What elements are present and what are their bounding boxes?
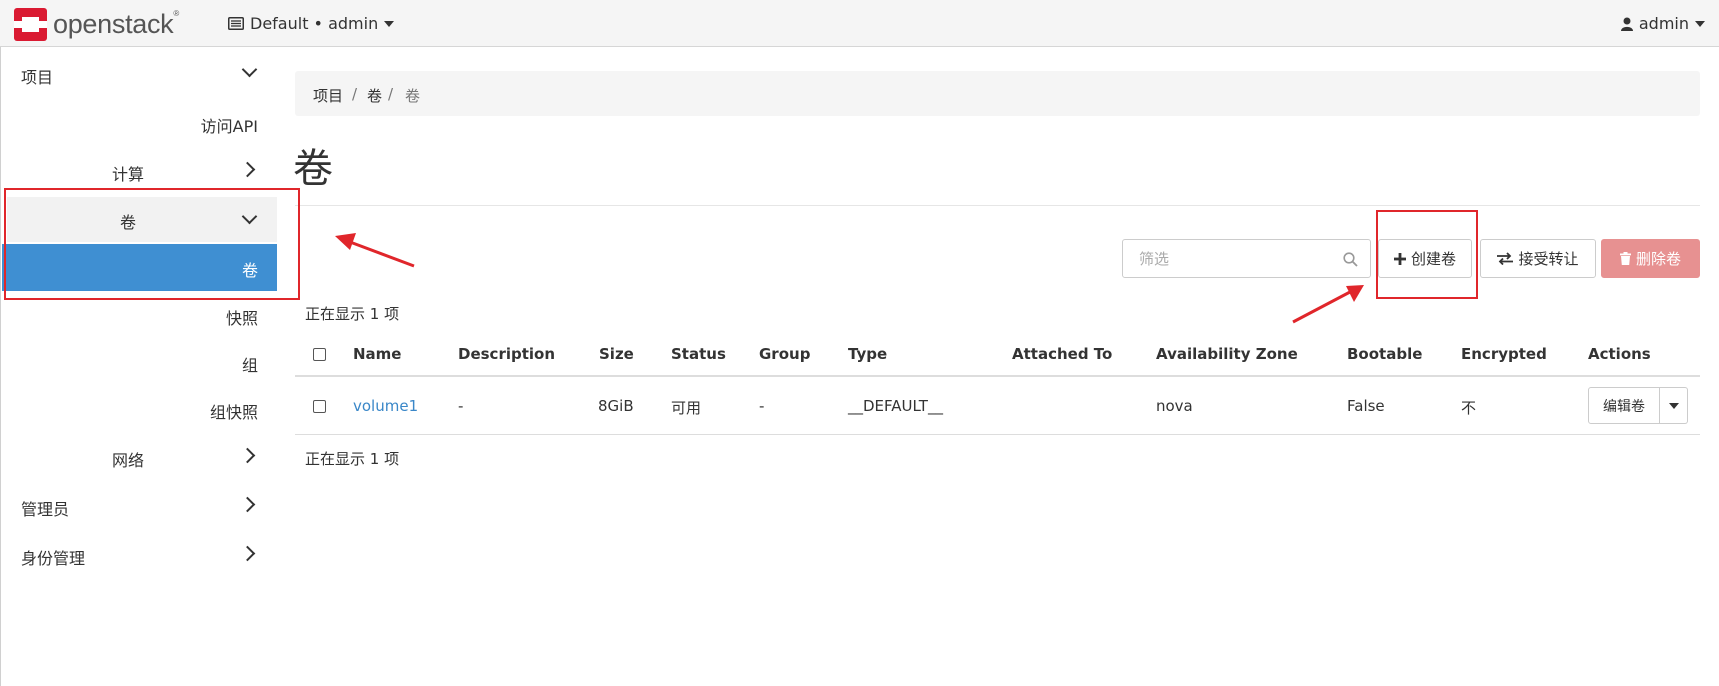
- sidebar-item-groups[interactable]: 组: [242, 352, 258, 376]
- column-header-description[interactable]: Description: [458, 345, 555, 363]
- openstack-logo[interactable]: openstack®: [14, 7, 179, 41]
- cell-type: __DEFAULT__: [848, 397, 943, 415]
- row-select-checkbox[interactable]: [313, 400, 326, 413]
- annotation-box-volumes-nav: [4, 188, 300, 300]
- accept-transfer-label: 接受转让: [1518, 250, 1579, 268]
- sidebar-item-snapshots[interactable]: 快照: [226, 305, 258, 329]
- sidebar-item-identity[interactable]: 身份管理: [21, 545, 85, 569]
- chevron-down-icon: [1668, 402, 1679, 409]
- cell-availability-zone: nova: [1156, 397, 1193, 415]
- row-actions-dropdown-toggle[interactable]: [1660, 387, 1688, 424]
- column-header-encrypted: Encrypted: [1461, 345, 1547, 363]
- column-header-availability-zone[interactable]: Availability Zone: [1156, 345, 1298, 363]
- edit-volume-button[interactable]: 编辑卷: [1588, 387, 1660, 424]
- chevron-down-icon: [241, 61, 258, 78]
- sidebar-item-compute[interactable]: 计算: [112, 161, 144, 185]
- volume-name-link[interactable]: volume1: [353, 397, 418, 415]
- breadcrumb-project[interactable]: 项目: [313, 85, 343, 106]
- column-header-group[interactable]: Group: [759, 345, 810, 363]
- user-menu[interactable]: admin: [1620, 14, 1705, 33]
- arrow-to-create-button-icon: [1292, 285, 1364, 324]
- cell-encrypted: 不: [1461, 399, 1477, 417]
- select-all-checkbox[interactable]: [313, 348, 326, 361]
- table-row-divider: [295, 434, 1700, 435]
- top-navbar: openstack® Default • admin admin: [0, 0, 1719, 47]
- user-icon: [1620, 17, 1633, 31]
- delete-volumes-label: 删除卷: [1635, 250, 1681, 268]
- column-header-status[interactable]: Status: [671, 345, 726, 363]
- arrow-to-volumes-nav-icon: [335, 233, 415, 268]
- brand-name: openstack®: [53, 8, 179, 39]
- filter-input[interactable]: [1137, 249, 1341, 269]
- column-header-size[interactable]: Size: [599, 345, 634, 363]
- cell-size: 8GiB: [598, 397, 634, 415]
- trash-icon: [1619, 252, 1631, 265]
- sidebar-item-network[interactable]: 网络: [112, 447, 144, 471]
- divider: [295, 205, 1700, 206]
- column-header-attached-to[interactable]: Attached To: [1012, 345, 1112, 363]
- sidebar-item-access-api[interactable]: 访问API: [201, 113, 258, 137]
- filter-field[interactable]: [1122, 239, 1371, 278]
- breadcrumb: 项目 / 卷 / 卷: [295, 71, 1700, 116]
- delete-volumes-button[interactable]: 删除卷: [1601, 239, 1700, 278]
- project-switcher[interactable]: Default • admin: [228, 14, 395, 33]
- openstack-logo-mark-icon: [14, 7, 47, 41]
- cell-group: -: [759, 397, 765, 415]
- search-icon[interactable]: [1343, 252, 1358, 267]
- column-header-name[interactable]: Name: [353, 345, 401, 363]
- breadcrumb-volumes-group[interactable]: 卷: [367, 85, 382, 106]
- sidebar: 项目 访问API 计算 卷 卷 快照 组 组快照 网络 管理员 身份管理: [0, 47, 277, 686]
- sidebar-item-project[interactable]: 项目: [21, 64, 53, 88]
- project-switcher-label: Default • admin: [250, 14, 379, 33]
- breadcrumb-separator: /: [352, 85, 358, 103]
- user-menu-label: admin: [1638, 14, 1689, 33]
- column-header-actions: Actions: [1588, 345, 1651, 363]
- row-actions: 编辑卷: [1588, 387, 1688, 424]
- chevron-down-icon: [384, 20, 395, 27]
- chevron-right-icon: [239, 447, 256, 464]
- exchange-icon: [1497, 252, 1514, 265]
- column-header-type[interactable]: Type: [848, 345, 887, 363]
- cell-bootable: False: [1347, 397, 1385, 415]
- sidebar-item-group-snapshots[interactable]: 组快照: [210, 399, 258, 423]
- chevron-right-icon: [239, 496, 256, 513]
- item-count-bottom: 正在显示 1 项: [305, 450, 400, 468]
- chevron-right-icon: [239, 161, 256, 178]
- cell-description: -: [458, 397, 464, 415]
- column-header-bootable[interactable]: Bootable: [1347, 345, 1422, 363]
- table-header-divider: [295, 375, 1700, 377]
- breadcrumb-current: 卷: [405, 87, 421, 105]
- breadcrumb-separator: /: [388, 85, 394, 103]
- accept-transfer-button[interactable]: 接受转让: [1480, 239, 1596, 278]
- chevron-down-icon: [1695, 20, 1705, 27]
- chevron-right-icon: [239, 545, 256, 562]
- sidebar-item-admin[interactable]: 管理员: [21, 496, 69, 520]
- item-count-top: 正在显示 1 项: [305, 305, 400, 323]
- cell-status: 可用: [671, 399, 702, 417]
- page-title: 卷: [293, 146, 333, 192]
- annotation-box-create-button: [1376, 210, 1478, 299]
- project-list-icon: [228, 17, 244, 30]
